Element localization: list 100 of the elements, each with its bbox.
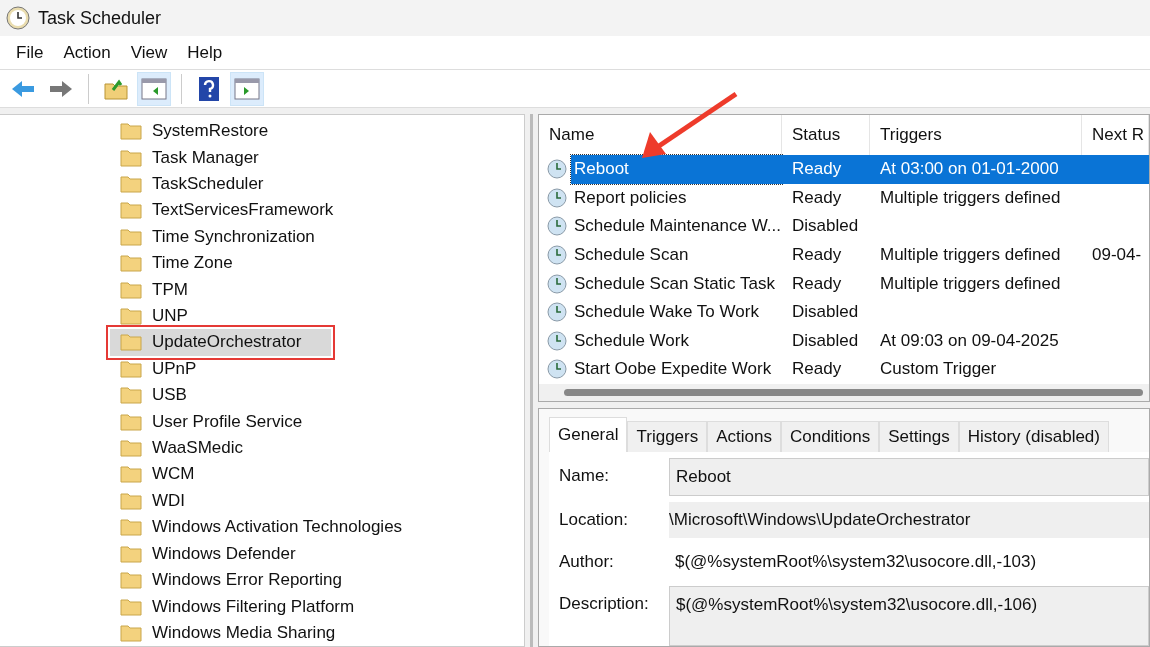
tree-item-label: TaskScheduler — [152, 174, 264, 194]
tree-item[interactable]: UPnP — [110, 355, 227, 383]
menu-item[interactable]: Help — [177, 42, 233, 63]
tree-item[interactable]: TextServicesFramework — [110, 197, 364, 224]
table-cell-text: Ready — [791, 186, 843, 209]
table-cell-text: Ready — [791, 244, 843, 267]
back-arrow-icon — [10, 78, 36, 99]
tree-item-label: Windows Media Sharing — [152, 622, 336, 643]
tree-item[interactable]: Windows Activation Technologies — [110, 514, 433, 541]
tree-item-label: USB — [152, 385, 187, 406]
field-value: $(@%systemRoot%\system32\usocore.dll,-106) — [669, 586, 1149, 646]
tree-item[interactable]: TaskScheduler — [110, 170, 294, 198]
task-name[interactable]: Reboot — [571, 155, 782, 184]
clock-icon — [547, 330, 567, 351]
tree-item-label: TextServicesFramework — [152, 200, 334, 221]
tree-item-label: SystemRestore — [152, 121, 269, 142]
tree-item-label: Windows Filtering Platform — [152, 596, 355, 617]
table-cell-text: Ready — [791, 272, 843, 295]
task-name[interactable]: Schedule Scan — [571, 240, 782, 270]
tree-item[interactable]: SystemRestore — [110, 118, 299, 145]
tree-item[interactable]: Windows Defender — [110, 540, 326, 567]
tab[interactable]: Actions — [707, 421, 781, 452]
forward-arrow-icon — [48, 78, 74, 99]
selection-highlight — [1082, 155, 1149, 184]
folder-icon — [120, 465, 142, 484]
field-label: Name: — [559, 465, 611, 487]
clock-icon — [547, 187, 567, 208]
tree-item[interactable]: WDI — [110, 487, 216, 515]
tree-item[interactable]: WCM — [110, 461, 225, 488]
table-cell-text: Disabled — [791, 215, 860, 238]
folder-icon — [120, 175, 142, 193]
tree-item[interactable]: USB — [110, 382, 217, 409]
folder-icon — [120, 386, 142, 405]
tree-item[interactable]: TPM — [110, 276, 218, 303]
folder-icon — [120, 333, 142, 352]
field-value: $(@%systemRoot%\system32\usocore.dll,-103) — [674, 551, 1038, 573]
tree-item[interactable]: Time Zone — [110, 250, 263, 277]
tree-item[interactable]: Windows Media Sharing — [110, 619, 366, 646]
tree-item[interactable]: Windows Filtering Platform — [110, 593, 385, 620]
tree-item-label: WaaSMedic — [152, 438, 243, 459]
tree-item-label: Windows Defender — [152, 543, 296, 564]
task-name[interactable]: Schedule Scan Static Task — [571, 269, 782, 298]
tree-item-label: Windows Activation Technologies — [152, 517, 403, 538]
clock-icon — [547, 216, 567, 237]
tree-item-label: Time Zone — [152, 253, 233, 274]
tree-item-label: Windows Error Reporting — [152, 570, 342, 591]
tree-item[interactable]: Task Manager — [110, 144, 289, 171]
tab[interactable]: General — [549, 417, 628, 452]
task-name[interactable]: Schedule Wake To Work — [571, 297, 782, 327]
folder-icon — [120, 439, 142, 458]
folder-icon — [120, 359, 142, 378]
tree-item[interactable]: UNP — [110, 302, 218, 330]
task-name[interactable]: Start Oobe Expedite Work — [571, 355, 782, 384]
clock-icon — [547, 359, 567, 380]
tree-item-label: UNP — [152, 306, 188, 327]
folder-icon — [120, 518, 142, 537]
table-cell-text: At 09:03 on 09-04-2025 — [879, 329, 1060, 352]
tree-item-label: User Profile Service — [152, 411, 303, 432]
folder-icon — [120, 201, 142, 220]
table-cell-text: Ready — [791, 358, 843, 381]
field-value: \Microsoft\Windows\UpdateOrchestrator — [669, 502, 1149, 538]
tree-item-label: TPM — [152, 279, 188, 300]
table-cell: At 03:00 on 01-01-2000 — [870, 155, 1082, 184]
folder-icon — [120, 571, 142, 590]
tree-item-label: UpdateOrchestrator — [152, 332, 302, 353]
table-cell-text: Custom Trigger — [879, 358, 998, 381]
folder-icon — [120, 544, 142, 563]
tree-item[interactable]: User Profile Service — [110, 408, 333, 435]
tree-item[interactable]: Windows Error Reporting — [110, 566, 372, 594]
field-label: Author: — [559, 551, 615, 573]
horizontal-scrollbar[interactable] — [539, 383, 1149, 401]
tab[interactable]: Settings — [879, 421, 959, 452]
tree-item[interactable]: Time Synchronization — [110, 223, 345, 251]
tab[interactable]: Triggers — [627, 421, 708, 452]
table-cell-text: Multiple triggers defined — [879, 272, 1062, 295]
clock-icon — [6, 6, 30, 30]
table-cell-text: Disabled — [791, 301, 860, 324]
menu-item[interactable]: View — [120, 42, 178, 63]
menu-item[interactable]: Action — [53, 42, 121, 63]
folder-icon — [120, 122, 142, 141]
clock-icon — [547, 159, 567, 180]
field-label: Location: — [559, 509, 629, 531]
tab[interactable]: Conditions — [780, 421, 880, 452]
tab[interactable]: History (disabled) — [958, 421, 1109, 452]
folder-icon — [120, 623, 142, 642]
tree-item-label: UPnP — [152, 358, 197, 379]
task-name[interactable]: Schedule Maintenance W... — [571, 212, 782, 241]
task-name[interactable]: Report policies — [571, 183, 782, 213]
table-cell: Ready — [782, 155, 870, 184]
folder-icon — [120, 597, 142, 616]
folder-icon — [104, 77, 128, 100]
pane-icon — [141, 77, 167, 100]
folder-icon — [120, 280, 142, 299]
tree-item[interactable]: WaaSMedic — [110, 434, 273, 462]
tree-item-label: WCM — [152, 464, 195, 485]
folder-icon — [120, 491, 142, 510]
help-icon — [198, 75, 220, 102]
menu-item[interactable]: File — [6, 42, 54, 63]
task-name[interactable]: Schedule Work — [571, 326, 782, 356]
clock-icon — [547, 273, 567, 294]
